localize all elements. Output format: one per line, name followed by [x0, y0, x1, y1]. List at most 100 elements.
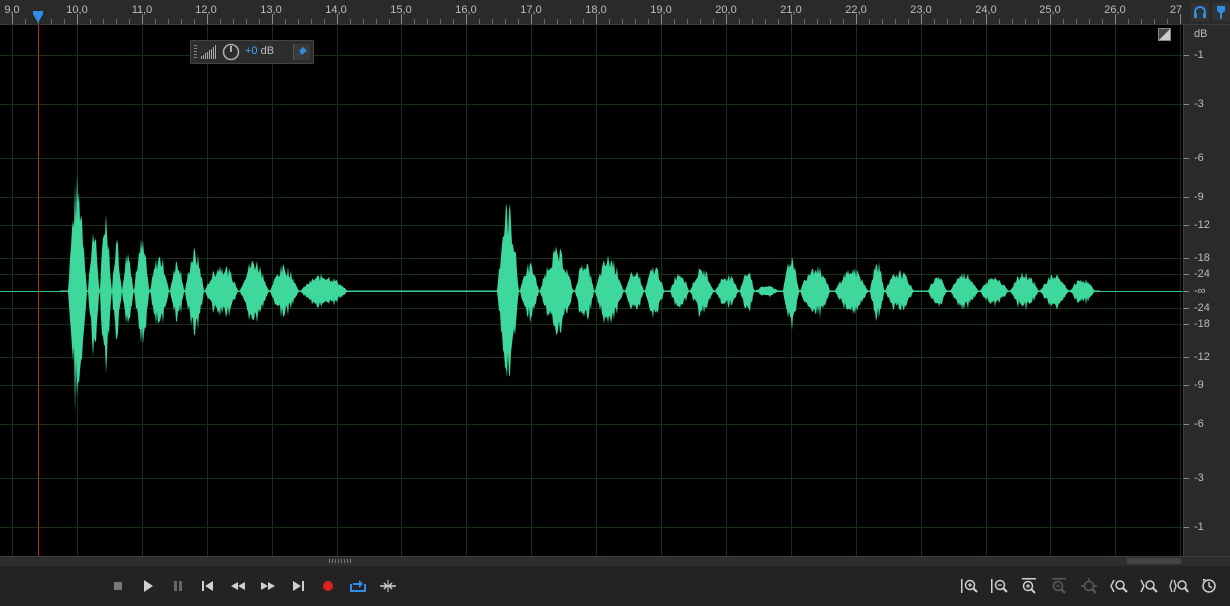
- ruler-minor-tick: [687, 19, 688, 24]
- ruler-minor-tick: [233, 19, 234, 24]
- waveform-display[interactable]: [0, 25, 1183, 556]
- db-label: -1: [1194, 521, 1204, 533]
- zoom-in-at-end-icon[interactable]: [1139, 576, 1159, 596]
- volume-unit: dB: [260, 45, 275, 57]
- ruler-minor-tick: [479, 19, 480, 24]
- ruler-minor-tick: [518, 19, 519, 24]
- ruler-minor-tick: [389, 19, 390, 24]
- ruler-minor-tick: [220, 19, 221, 24]
- db-tick: [1184, 424, 1189, 425]
- record-icon[interactable]: [318, 576, 338, 596]
- db-scale[interactable]: dB -1 -3 -6 -9 -12 -18 -24 -∞ -24 -18 -1…: [1183, 25, 1230, 556]
- zoom-in-time-icon[interactable]: [1019, 576, 1039, 596]
- zoom-in-at-start-icon[interactable]: [1109, 576, 1129, 596]
- ruler-label-23: 23,0: [910, 4, 932, 16]
- pin-hud-icon[interactable]: [293, 44, 310, 60]
- ruler-minor-tick: [895, 19, 896, 24]
- scrollbar-thumb[interactable]: [1127, 558, 1181, 564]
- zoom-out-full-icon[interactable]: [1169, 576, 1189, 596]
- ruler-label-9: 9,0: [4, 4, 20, 16]
- ruler-label-19: 19,0: [650, 4, 672, 16]
- hud-drag-grip[interactable]: [194, 45, 197, 59]
- ruler-minor-tick: [363, 19, 364, 24]
- ruler-label-16: 16,0: [455, 4, 477, 16]
- ruler-minor-tick: [960, 19, 961, 24]
- ruler-label-11: 11,0: [131, 4, 153, 16]
- timeline-ruler[interactable]: 9,0 10,0 11,0 12,0 13,0 14,0 15,0 16,0 1…: [0, 0, 1183, 25]
- ruler-minor-tick: [1167, 19, 1168, 24]
- ruler-minor-tick: [583, 19, 584, 24]
- overview-toggle-icon[interactable]: [1158, 28, 1171, 41]
- ruler-minor-tick: [51, 19, 52, 24]
- playhead-handle-arrow[interactable]: [33, 14, 43, 23]
- ruler-minor-tick: [285, 19, 286, 24]
- ruler-label-13: 13,0: [260, 4, 282, 16]
- db-tick: [1184, 104, 1189, 105]
- horizontal-scrollbar[interactable]: [0, 556, 1230, 566]
- db-label: -24: [1194, 268, 1210, 280]
- ruler-minor-tick: [324, 19, 325, 24]
- zoom-selection-icon[interactable]: [1199, 576, 1219, 596]
- volume-readout[interactable]: +0 dB: [245, 45, 274, 57]
- ruler-label-10: 10,0: [66, 4, 88, 16]
- zoom-out-time-icon[interactable]: [1049, 576, 1069, 596]
- ruler-minor-tick: [1141, 19, 1142, 24]
- ruler-minor-tick: [635, 19, 636, 24]
- audio-editor: 9,0 10,0 11,0 12,0 13,0 14,0 15,0 16,0 1…: [0, 0, 1230, 606]
- ruler-minor-tick: [194, 19, 195, 24]
- fast-forward-icon[interactable]: [258, 576, 278, 596]
- zoom-out-amplitude-icon[interactable]: [989, 576, 1009, 596]
- zoom-in-amplitude-icon[interactable]: [959, 576, 979, 596]
- ruler-minor-tick: [713, 19, 714, 24]
- pause-icon[interactable]: [168, 576, 188, 596]
- ruler-minor-tick: [414, 19, 415, 24]
- ruler-minor-tick: [674, 19, 675, 24]
- skip-selection-icon[interactable]: [378, 576, 398, 596]
- ruler-minor-tick: [882, 19, 883, 24]
- ruler-minor-tick: [116, 19, 117, 24]
- volume-value[interactable]: +0: [245, 45, 258, 57]
- ruler-minor-tick: [1025, 19, 1026, 24]
- ruler-minor-tick: [609, 19, 610, 24]
- ruler-minor-tick: [103, 19, 104, 24]
- transport-bar: [0, 566, 1230, 606]
- stop-icon[interactable]: [108, 576, 128, 596]
- ruler-minor-tick: [869, 19, 870, 24]
- db-tick: [1184, 158, 1189, 159]
- ruler-minor-tick: [427, 19, 428, 24]
- ruler-minor-tick: [155, 19, 156, 24]
- loop-icon[interactable]: [348, 576, 368, 596]
- ruler-label-20: 20,0: [715, 4, 737, 16]
- db-label: -3: [1194, 98, 1204, 110]
- ruler-minor-tick: [973, 19, 974, 24]
- db-label: -6: [1194, 418, 1204, 430]
- ruler-label-27: 27: [1169, 4, 1183, 16]
- monitor-headphones-icon[interactable]: [1191, 3, 1209, 21]
- go-to-start-icon[interactable]: [198, 576, 218, 596]
- volume-knob[interactable]: [222, 43, 240, 61]
- db-label: -6: [1194, 152, 1204, 164]
- ruler-minor-tick: [129, 19, 130, 24]
- panel-resize-grip[interactable]: [329, 559, 353, 563]
- ruler-minor-tick: [843, 19, 844, 24]
- db-label: -∞: [1194, 285, 1206, 297]
- waveform: [60, 173, 1100, 413]
- rewind-icon[interactable]: [228, 576, 248, 596]
- db-label: -1: [1194, 49, 1204, 61]
- ruler-minor-tick: [999, 19, 1000, 24]
- ruler-minor-tick: [544, 19, 545, 24]
- ruler-minor-tick: [1076, 19, 1077, 24]
- db-label: -18: [1194, 318, 1210, 330]
- zoom-full-icon[interactable]: [1079, 576, 1099, 596]
- db-tick: [1184, 225, 1189, 226]
- play-icon[interactable]: [138, 576, 158, 596]
- ruler-minor-tick: [765, 19, 766, 24]
- go-to-end-icon[interactable]: [288, 576, 308, 596]
- ruler-minor-tick: [570, 19, 571, 24]
- db-label: -12: [1194, 351, 1210, 363]
- marker-pin-icon[interactable]: [1212, 3, 1230, 21]
- ruler-minor-tick: [298, 19, 299, 24]
- ruler-minor-tick: [1154, 19, 1155, 24]
- ruler-minor-tick: [804, 19, 805, 24]
- db-tick: [1184, 197, 1189, 198]
